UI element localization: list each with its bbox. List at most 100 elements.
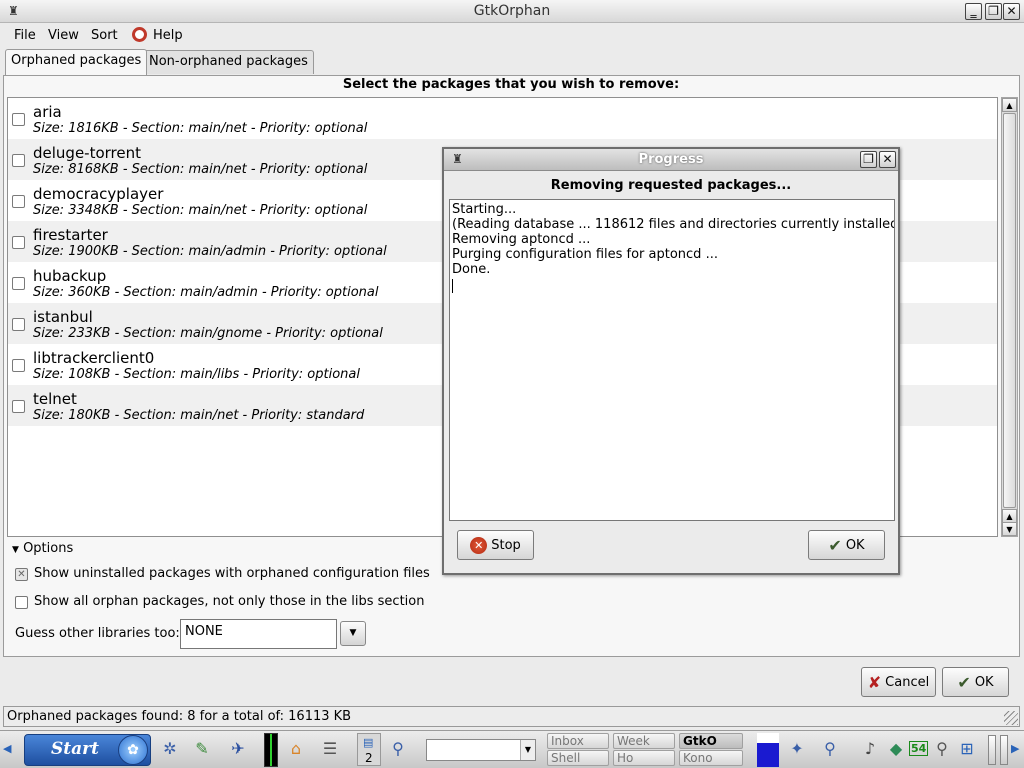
options-expander[interactable]: ▼ Options xyxy=(12,541,73,556)
ok-button[interactable]: ✔ OK xyxy=(942,667,1009,697)
package-info: Size: 233KB - Section: main/gnome - Prio… xyxy=(33,326,383,341)
desktop-pager[interactable]: ▤ 2 xyxy=(357,733,381,766)
progress-dialog: ♜ Progress ❐ ✕ Removing requested packag… xyxy=(442,147,900,575)
resize-grip-icon[interactable] xyxy=(1004,711,1018,725)
package-checkbox[interactable] xyxy=(12,195,25,208)
window-title: GtkOrphan xyxy=(473,3,551,19)
log-line: (Reading database ... 118612 files and d… xyxy=(452,217,895,232)
ok-label: OK xyxy=(974,674,994,690)
minimize-button[interactable]: ‗ xyxy=(965,3,982,20)
memory-monitor-icon[interactable] xyxy=(757,733,779,767)
dialog-header: Removing requested packages... xyxy=(550,178,792,193)
options-label: Options xyxy=(23,541,74,556)
package-name: firestarter xyxy=(33,226,108,244)
tray-handle[interactable] xyxy=(988,735,996,765)
progress-log[interactable]: Starting... (Reading database ... 118612… xyxy=(449,199,895,521)
search-icon[interactable]: ⚲ xyxy=(386,737,410,761)
task-week[interactable]: Week xyxy=(613,733,675,749)
volume-icon[interactable]: ♪ xyxy=(858,737,882,761)
checkmark-icon: ✔ xyxy=(828,535,842,555)
clock-badge[interactable]: 54 xyxy=(909,741,929,756)
scroll-down-arrow-icon[interactable]: ▼ xyxy=(1002,522,1017,536)
log-line: Starting... xyxy=(452,202,517,217)
window-titlebar[interactable]: ♜ GtkOrphan ‗ ❐ ✕ xyxy=(0,0,1024,23)
network-globe-icon[interactable]: ✦ xyxy=(785,737,809,761)
dialog-title: Progress xyxy=(638,152,704,167)
checkmark-icon: ✔ xyxy=(957,672,971,692)
show-uninstalled-checkbox[interactable]: ✕ xyxy=(15,568,28,581)
package-info: Size: 8168KB - Section: main/net - Prior… xyxy=(33,162,368,177)
package-checkbox[interactable] xyxy=(12,236,25,249)
scroll-up-arrow-icon[interactable]: ▲ xyxy=(1002,98,1017,112)
guess-libraries-input[interactable]: NONE xyxy=(180,619,337,649)
guess-libraries-dropdown-button[interactable]: ▼ xyxy=(340,621,366,646)
package-checkbox[interactable] xyxy=(12,400,25,413)
lifebuoy-icon[interactable] xyxy=(132,27,147,42)
tray-handle[interactable] xyxy=(1000,735,1008,765)
system-tray-icon[interactable]: ◆ xyxy=(884,737,908,761)
scroll-thumb[interactable] xyxy=(1003,113,1016,508)
search-icon[interactable]: ⚲ xyxy=(930,737,954,761)
task-gtkorphan[interactable]: GtkO xyxy=(679,733,743,749)
log-line: Purging configuration files for aptoncd … xyxy=(452,247,718,262)
settings-icon[interactable]: ✲ xyxy=(158,737,182,761)
dialog-maximize-button[interactable]: ❐ xyxy=(860,151,877,168)
package-name: deluge-torrent xyxy=(33,144,142,162)
taskbar-search-input[interactable]: ▼ xyxy=(426,739,536,761)
chevron-down-icon[interactable]: ▼ xyxy=(520,740,535,760)
package-checkbox[interactable] xyxy=(12,359,25,372)
menu-help[interactable]: Help xyxy=(153,28,183,43)
cpu-monitor-icon[interactable] xyxy=(264,733,278,767)
package-checkbox[interactable] xyxy=(12,154,25,167)
package-info: Size: 3348KB - Section: main/net - Prior… xyxy=(33,203,368,218)
task-konqueror[interactable]: Kono xyxy=(679,750,743,766)
start-orb-icon: ✿ xyxy=(118,735,148,765)
task-inbox[interactable]: Inbox xyxy=(547,733,609,749)
window-list-icon[interactable]: ⊞ xyxy=(955,737,979,761)
package-name: aria xyxy=(33,103,62,121)
package-info: Size: 1900KB - Section: main/admin - Pri… xyxy=(33,244,387,259)
package-name: istanbul xyxy=(33,308,93,326)
tab-orphaned-packages[interactable]: Orphaned packages xyxy=(5,49,148,75)
editor-icon[interactable]: ✎ xyxy=(190,737,214,761)
stop-button[interactable]: ✕ Stop xyxy=(457,530,534,560)
task-shell[interactable]: Shell xyxy=(547,750,609,766)
cancel-button[interactable]: ✘ Cancel xyxy=(861,667,936,697)
menu-sort[interactable]: Sort xyxy=(91,28,118,43)
dialog-close-button[interactable]: ✕ xyxy=(879,151,896,168)
home-icon[interactable]: ⌂ xyxy=(284,737,308,761)
package-name: libtrackerclient0 xyxy=(33,349,155,367)
taskbar-scroll-right-icon[interactable]: ▶ xyxy=(1011,742,1019,755)
package-checkbox[interactable] xyxy=(12,113,25,126)
start-button[interactable]: Start ✿ xyxy=(24,734,151,766)
package-info: Size: 1816KB - Section: main/net - Prior… xyxy=(33,121,368,136)
window-icon: ▤ xyxy=(363,736,374,749)
package-name: telnet xyxy=(33,390,77,408)
package-checkbox[interactable] xyxy=(12,277,25,290)
menu-file[interactable]: File xyxy=(14,28,36,43)
taskbar: ◀ Start ✿ ✲ ✎ ✈ ⌂ ☰ ▤ 2 ⚲ ▼ Inbox Week G… xyxy=(0,730,1024,768)
dialog-ok-button[interactable]: ✔ OK xyxy=(808,530,885,560)
scroll-up-arrow-icon[interactable]: ▲ xyxy=(1002,509,1017,523)
tab-non-orphaned-packages[interactable]: Non-orphaned packages xyxy=(143,50,314,74)
taskbar-scroll-left-icon[interactable]: ◀ xyxy=(3,742,11,755)
package-info: Size: 360KB - Section: main/admin - Prio… xyxy=(33,285,379,300)
list-scrollbar[interactable]: ▲ ▲ ▼ xyxy=(1001,97,1018,537)
menu-view[interactable]: View xyxy=(48,28,79,43)
show-all-checkbox[interactable] xyxy=(15,596,28,609)
file-manager-icon[interactable]: ☰ xyxy=(318,737,342,761)
stop-label: Stop xyxy=(491,537,521,553)
magnifier-icon[interactable]: ⚲ xyxy=(818,737,842,761)
dialog-titlebar[interactable]: ♜ Progress ❐ ✕ xyxy=(444,149,898,171)
package-name: hubackup xyxy=(33,267,107,285)
task-home[interactable]: Ho xyxy=(613,750,675,766)
package-checkbox[interactable] xyxy=(12,318,25,331)
log-line: Removing aptoncd ... xyxy=(452,232,591,247)
stop-icon: ✕ xyxy=(470,536,488,554)
close-button[interactable]: ✕ xyxy=(1003,3,1020,20)
dialog-ok-label: OK xyxy=(845,537,865,553)
network-icon[interactable]: ✈ xyxy=(226,737,250,761)
list-header: Select the packages that you wish to rem… xyxy=(342,77,680,92)
maximize-button[interactable]: ❐ xyxy=(985,3,1002,20)
package-row[interactable]: aria Size: 1816KB - Section: main/net - … xyxy=(8,98,997,139)
